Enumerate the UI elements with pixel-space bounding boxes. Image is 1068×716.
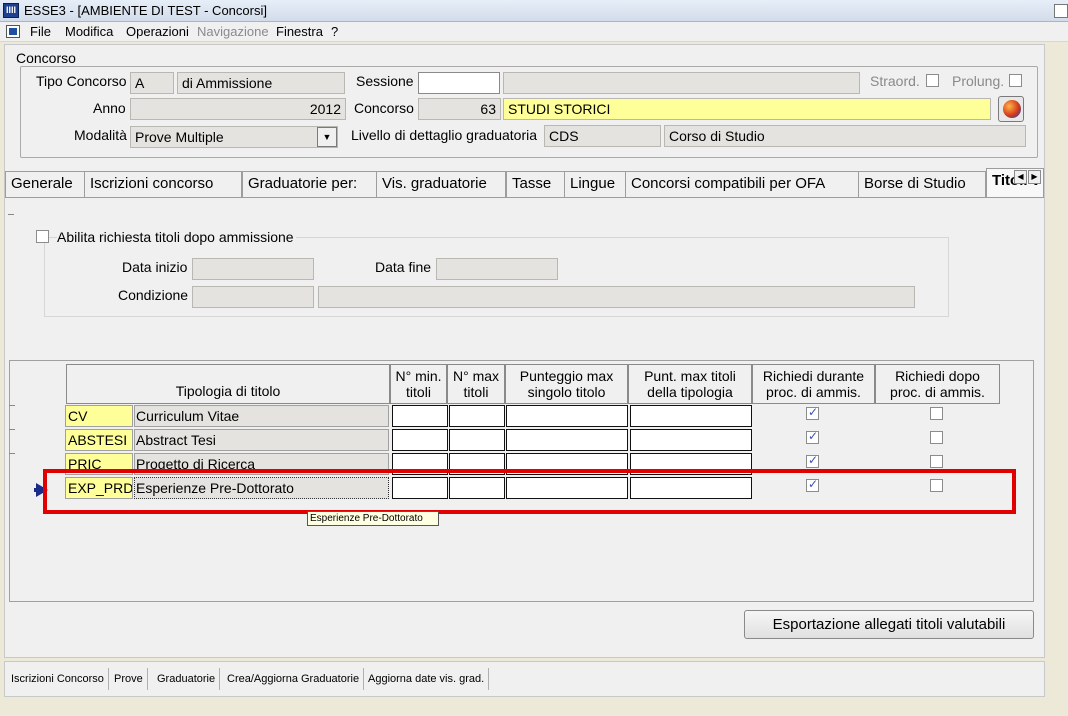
tooltip: Esperienze Pre-Dottorato	[307, 511, 439, 526]
row-punteggio-cell[interactable]	[506, 429, 628, 451]
prolung-checkbox[interactable]	[1009, 74, 1022, 87]
row-min-cell[interactable]	[392, 429, 448, 451]
menu-modifica[interactable]: Modifica	[65, 24, 113, 39]
tab-vis-graduatorie[interactable]: Vis. graduatorie	[376, 171, 506, 197]
row-punteggio-cell[interactable]	[506, 405, 628, 427]
window-title: ESSE3 - [AMBIENTE DI TEST - Concorsi]	[24, 3, 267, 18]
header-punt-max-tipologia: Punt. max titoli della tipologia	[628, 364, 752, 404]
concorso-code-field[interactable]: 63	[418, 98, 501, 120]
row-code-cell[interactable]: ABSTESI	[65, 429, 133, 451]
tab-borse-di-studio[interactable]: Borse di Studio	[858, 171, 986, 197]
aggiorna-date-vis-grad-button[interactable]: Aggiorna date vis. grad.	[364, 668, 490, 690]
chevron-down-icon[interactable]: ▼	[317, 127, 337, 147]
tab-graduatorie-per[interactable]: Graduatorie per:	[242, 171, 377, 197]
data-inizio-field[interactable]	[192, 258, 314, 280]
tab-iscrizioni-concorso[interactable]: Iscrizioni concorso	[84, 171, 242, 197]
data-inizio-label: Data inizio	[122, 259, 188, 275]
tab-lingue[interactable]: Lingue	[564, 171, 626, 197]
globe-icon	[1003, 100, 1021, 118]
row-puntmax-cell[interactable]	[630, 429, 752, 451]
anno-label: Anno	[93, 100, 126, 116]
menu-navigazione: Navigazione	[197, 24, 269, 39]
row-desc-cell: Curriculum Vitae	[134, 405, 389, 427]
header-max-titoli: N° max titoli	[447, 364, 505, 404]
row-durante-checkbox[interactable]	[806, 453, 819, 468]
condizione-code-field[interactable]	[192, 286, 314, 308]
header-richiedi-durante: Richiedi durante proc. di ammis.	[752, 364, 875, 404]
graduatorie-button[interactable]: Graduatorie	[153, 668, 221, 690]
abilita-checkbox[interactable]	[36, 230, 49, 243]
tab-scroll-left-icon[interactable]: ◀	[1014, 170, 1027, 184]
concorso-group-title: Concorso	[16, 50, 76, 66]
tick-mark	[9, 453, 15, 454]
row-puntmax-cell[interactable]	[630, 405, 752, 427]
livello-label: Livello di dettaglio graduatoria	[351, 127, 538, 143]
sessione-label: Sessione	[356, 73, 414, 89]
menu-finestra[interactable]: Finestra	[276, 24, 323, 39]
row-durante-checkbox[interactable]	[806, 405, 819, 420]
tick-mark	[9, 405, 15, 406]
row-desc-cell: Abstract Tesi	[134, 429, 389, 451]
condizione-desc-field	[318, 286, 915, 308]
tick-mark	[8, 214, 14, 215]
prolung-label: Prolung.	[952, 73, 1005, 89]
data-fine-label: Data fine	[375, 259, 432, 275]
app-icon: IIII	[3, 3, 19, 18]
row-code-cell[interactable]: CV	[65, 405, 133, 427]
export-attachments-button[interactable]: Esportazione allegati titoli valutabili	[744, 610, 1034, 639]
abilita-label: Abilita richiesta titoli dopo ammissione	[57, 229, 296, 245]
tipo-concorso-desc-field: di Ammissione	[177, 72, 345, 94]
highlight-box	[43, 469, 1016, 514]
prove-button[interactable]: Prove	[110, 668, 148, 690]
tab-scroll-right-icon[interactable]: ▶	[1028, 170, 1041, 184]
condizione-label: Condizione	[118, 287, 189, 303]
tick-mark	[9, 429, 15, 430]
concorso-desc-field: STUDI STORICI	[503, 98, 991, 120]
row-dopo-checkbox[interactable]	[930, 431, 943, 444]
row-max-cell[interactable]	[449, 429, 505, 451]
straord-label: Straord.	[870, 73, 920, 89]
current-row-arrow-stem	[34, 488, 42, 492]
menu-operazioni[interactable]: Operazioni	[126, 24, 189, 39]
iscrizioni-concorso-button[interactable]: Iscrizioni Concorso	[7, 668, 109, 690]
livello-desc-field: Corso di Studio	[664, 125, 1026, 147]
tab-generale[interactable]: Generale	[5, 171, 85, 197]
row-min-cell[interactable]	[392, 405, 448, 427]
lookup-button[interactable]	[998, 96, 1024, 122]
anno-field[interactable]: 2012	[130, 98, 346, 120]
modalita-label: Modalità	[74, 127, 127, 143]
tipo-concorso-label: Tipo Concorso	[36, 73, 127, 89]
tab-tasse[interactable]: Tasse	[506, 171, 565, 197]
document-icon[interactable]	[6, 25, 20, 38]
concorso-label: Concorso	[354, 100, 414, 116]
header-min-titoli: N° min. titoli	[390, 364, 447, 404]
sessione-desc-field	[503, 72, 860, 94]
window-control-button[interactable]	[1054, 4, 1068, 18]
menu-help[interactable]: ?	[331, 24, 338, 39]
header-richiedi-dopo: Richiedi dopo proc. di ammis.	[875, 364, 1000, 404]
crea-aggiorna-graduatorie-button[interactable]: Crea/Aggiorna Graduatorie	[223, 668, 365, 690]
tipo-concorso-code-field[interactable]: A	[130, 72, 174, 94]
header-tipologia: Tipologia di titolo	[66, 364, 390, 404]
modalita-select[interactable]: Prove Multiple	[130, 126, 338, 148]
row-dopo-checkbox[interactable]	[930, 407, 943, 420]
data-fine-field[interactable]	[436, 258, 558, 280]
sessione-field[interactable]	[418, 72, 500, 94]
livello-code-field[interactable]: CDS	[544, 125, 661, 147]
menu-file[interactable]: File	[30, 24, 51, 39]
row-durante-checkbox[interactable]	[806, 429, 819, 444]
header-punteggio-max: Punteggio max singolo titolo	[505, 364, 628, 404]
straord-checkbox[interactable]	[926, 74, 939, 87]
row-dopo-checkbox[interactable]	[930, 455, 943, 468]
tab-concorsi-compatibili-ofa[interactable]: Concorsi compatibili per OFA	[625, 171, 859, 197]
row-max-cell[interactable]	[449, 405, 505, 427]
